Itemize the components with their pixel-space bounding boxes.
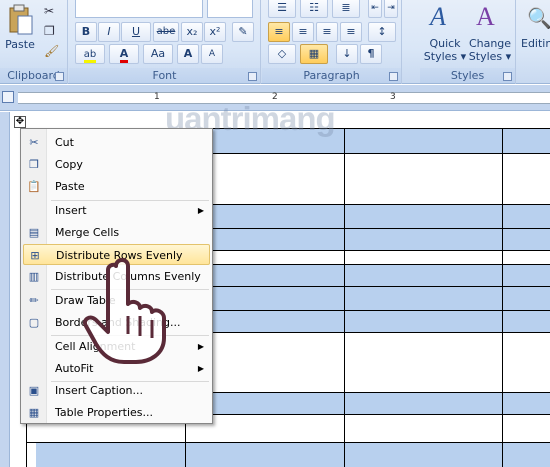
- borders-icon: ▢: [28, 316, 40, 329]
- submenu-arrow-icon: ▶: [197, 342, 204, 351]
- change-styles-button[interactable]: Change Styles ▾: [466, 37, 514, 63]
- paste-icon: 📋: [27, 180, 41, 193]
- menu-item-label: Table Properties...: [55, 406, 154, 419]
- table-row-shaded[interactable]: [36, 442, 550, 467]
- tab-selector[interactable]: [2, 91, 14, 103]
- superscript-button[interactable]: x²: [204, 22, 226, 42]
- paragraph-group-label: Paragraph: [262, 68, 401, 83]
- quick-styles-button[interactable]: Quick Styles ▾: [422, 37, 468, 63]
- change-styles-icon[interactable]: A: [476, 2, 506, 32]
- paragraph-group: ☰ ☷ ≣ ⇤ ⇥ ≡ ≡ ≡ ≡ ↕ ◇ ▦ ↓ ¶ Paragraph: [262, 0, 402, 84]
- show-hide-icon[interactable]: ¶: [360, 44, 382, 64]
- grow-font-icon[interactable]: A: [177, 44, 199, 64]
- change-styles-label-2: Styles: [468, 50, 503, 63]
- styles-group: A Quick Styles ▾ A Change Styles ▾ Style…: [420, 0, 516, 84]
- paragraph-dialog-launcher[interactable]: [389, 72, 398, 81]
- underline-button[interactable]: U: [121, 22, 151, 42]
- highlight-icon[interactable]: ab: [75, 44, 105, 64]
- clipboard-group: Paste ✂ ❐ 🖌 Clipboard: [0, 0, 68, 84]
- clipboard-dialog-launcher[interactable]: [55, 72, 64, 81]
- subscript-button[interactable]: x₂: [181, 22, 203, 42]
- caption-icon: ▣: [28, 384, 40, 397]
- shading-icon[interactable]: ◇: [268, 44, 296, 64]
- table-border: [502, 128, 503, 467]
- font-group-label: Font: [69, 68, 260, 83]
- menu-item-label: Cut: [55, 136, 74, 149]
- bold-button[interactable]: B: [75, 22, 97, 42]
- copy-icon[interactable]: ❐: [44, 24, 60, 40]
- menu-item-merge-cells[interactable]: ▤ Merge Cells: [23, 222, 210, 243]
- menu-item-label: Copy: [55, 158, 83, 171]
- table-properties-icon: ▦: [28, 406, 40, 419]
- numbering-icon[interactable]: ☷: [300, 0, 328, 18]
- hand-pointer-icon: [80, 256, 170, 366]
- menu-item-insert[interactable]: Insert ▶: [23, 200, 210, 221]
- menu-item-copy[interactable]: ❐ Copy: [23, 154, 210, 175]
- distribute-columns-icon: ▥: [28, 270, 40, 283]
- menu-item-label: Paste: [55, 180, 85, 193]
- align-center-icon[interactable]: ≡: [292, 22, 314, 42]
- table-border: [26, 442, 550, 443]
- align-left-icon[interactable]: ≡: [268, 22, 290, 42]
- menu-item-label: Insert Caption...: [55, 384, 144, 397]
- submenu-arrow-icon: ▶: [197, 364, 204, 373]
- editing-group: 🔍 Editin: [517, 0, 550, 84]
- ribbon: Paste ✂ ❐ 🖌 Clipboard B I U abe x₂ x² ✎ …: [0, 0, 550, 84]
- borders-icon[interactable]: ▦: [300, 44, 328, 64]
- shrink-font-icon[interactable]: A: [201, 44, 223, 64]
- format-painter-icon[interactable]: 🖌: [44, 44, 60, 60]
- bullets-icon[interactable]: ☰: [268, 0, 296, 18]
- paste-icon[interactable]: [8, 4, 34, 36]
- quick-styles-icon[interactable]: A: [430, 2, 460, 32]
- paste-button[interactable]: Paste: [2, 38, 38, 51]
- menu-item-cut[interactable]: ✂ Cut: [23, 132, 210, 153]
- copy-icon: ❐: [29, 158, 39, 171]
- increase-indent-icon[interactable]: ⇥: [384, 0, 398, 18]
- menu-item-insert-caption[interactable]: ▣ Insert Caption...: [23, 380, 210, 401]
- menu-item-label: Merge Cells: [55, 226, 120, 239]
- styles-dialog-launcher[interactable]: [503, 72, 512, 81]
- vertical-ruler[interactable]: [0, 112, 10, 467]
- cut-icon[interactable]: ✂: [44, 4, 60, 20]
- menu-item-paste[interactable]: 📋 Paste: [23, 176, 210, 197]
- find-icon[interactable]: 🔍: [527, 6, 550, 32]
- ruler-mark-3: 3: [390, 92, 396, 102]
- font-group: B I U abe x₂ x² ✎ ab A Aa A A Font: [69, 0, 261, 84]
- quick-styles-label-2: Styles: [423, 50, 458, 63]
- font-color-icon[interactable]: A: [109, 44, 139, 64]
- merge-cells-icon: ▤: [28, 226, 40, 239]
- distribute-rows-icon: ⊞: [30, 249, 40, 262]
- line-spacing-icon[interactable]: ↕: [368, 22, 396, 42]
- strikethrough-button[interactable]: abe: [153, 22, 179, 42]
- menu-item-table-properties[interactable]: ▦ Table Properties...: [23, 402, 210, 423]
- table-move-handle-icon[interactable]: ✥: [14, 116, 26, 128]
- change-styles-label-1: Change: [468, 37, 512, 50]
- editing-button[interactable]: Editin: [521, 37, 550, 50]
- font-dialog-launcher[interactable]: [248, 72, 257, 81]
- font-size-combo[interactable]: [207, 0, 253, 18]
- pencil-icon: ✏: [29, 294, 39, 307]
- change-case-button[interactable]: Aa: [143, 44, 173, 64]
- clear-formatting-icon[interactable]: ✎: [232, 22, 254, 42]
- sort-icon[interactable]: ↓: [336, 44, 358, 64]
- ruler-mark-1: 1: [154, 92, 160, 102]
- italic-button[interactable]: I: [98, 22, 120, 42]
- menu-item-label: Insert: [55, 204, 87, 217]
- align-right-icon[interactable]: ≡: [316, 22, 338, 42]
- decrease-indent-icon[interactable]: ⇤: [368, 0, 382, 18]
- table-border: [344, 128, 345, 467]
- scissors-icon: ✂: [29, 136, 39, 149]
- multilevel-list-icon[interactable]: ≣: [332, 0, 360, 18]
- font-name-combo[interactable]: [75, 0, 203, 18]
- justify-icon[interactable]: ≡: [340, 22, 362, 42]
- submenu-arrow-icon: ▶: [197, 206, 204, 215]
- quick-styles-label-1: Quick: [429, 37, 461, 50]
- styles-group-label: Styles: [420, 68, 515, 83]
